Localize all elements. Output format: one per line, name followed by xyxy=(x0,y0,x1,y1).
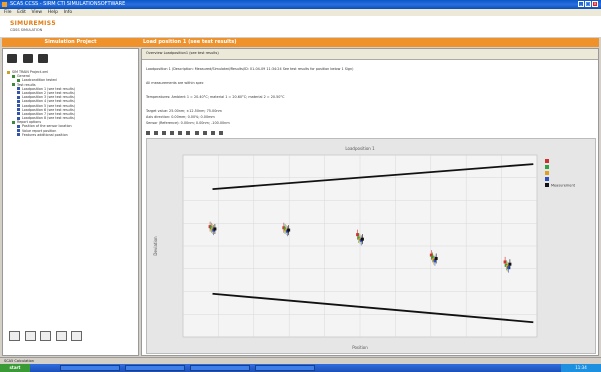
menu-file[interactable]: File xyxy=(4,9,12,16)
x-axis-label: Position xyxy=(352,345,368,350)
legend-swatch xyxy=(545,165,549,169)
start-button[interactable]: start xyxy=(0,364,30,372)
open-folder-icon[interactable] xyxy=(22,54,33,63)
data-point xyxy=(360,237,364,241)
tree-item[interactable]: Features additional position xyxy=(7,133,135,137)
logo: SIMUREMIS5 xyxy=(10,20,56,27)
results-panel: Overview Loadposition1 (see test results… xyxy=(141,48,599,356)
right-panel-header: Load position 1 (see test results) xyxy=(143,39,237,45)
zoom-in-icon[interactable] xyxy=(146,131,150,135)
legend-swatch xyxy=(545,171,549,175)
info-line: Temperatures: Ambient 1 = 20.40°C; mater… xyxy=(146,95,285,99)
logo-area: SIMUREMIS5 CDSS SIMULATION xyxy=(0,16,601,37)
close-button[interactable]: × xyxy=(592,1,598,7)
menu-bar: File Edit View Help Info xyxy=(0,9,601,16)
info-line: Axis direction: 0.00mm; 0.00%; 0.00mm xyxy=(146,115,215,119)
legend-swatch xyxy=(545,183,549,187)
taskbar-item[interactable] xyxy=(125,365,185,371)
grid-icon[interactable] xyxy=(186,131,191,135)
left-panel-header: Simulation Project xyxy=(44,39,97,45)
copy-icon[interactable] xyxy=(194,131,199,135)
menu-help[interactable]: Help xyxy=(48,9,58,16)
project-tree-panel: SIM TRAIN Project.xml General Loadcondit… xyxy=(2,48,139,356)
pan-icon[interactable] xyxy=(162,131,167,135)
minimize-button[interactable]: _ xyxy=(578,1,584,7)
zoom-out-icon[interactable] xyxy=(154,131,159,135)
fast-forward-button[interactable] xyxy=(40,331,52,341)
title-bar: SCA5 CCSS - SIRM CTI SIMULATIONSOFTWARE … xyxy=(0,0,601,9)
new-project-icon[interactable] xyxy=(7,54,17,63)
step-button[interactable] xyxy=(24,331,36,341)
legend-swatch xyxy=(545,159,549,163)
fit-icon[interactable] xyxy=(178,131,183,135)
save-icon[interactable] xyxy=(38,54,49,63)
tab-strip: Overview Loadposition1 (see test results… xyxy=(142,49,598,60)
data-point xyxy=(434,257,438,261)
taskbar-item[interactable] xyxy=(60,365,120,371)
clock: 11:34 xyxy=(561,364,601,372)
logo-subtitle: CDSS SIMULATION xyxy=(10,28,43,32)
info-line: Sensor (Reference): 0.00nm; 0.00nm; -100… xyxy=(146,121,230,125)
tab-overview[interactable]: Overview Loadposition1 (see test results… xyxy=(146,51,219,55)
y-axis-label: Deviation xyxy=(153,236,158,256)
header-bar: Simulation Project Load position 1 (see … xyxy=(2,38,599,47)
info-line: All measurements are within spec xyxy=(146,81,204,85)
select-icon[interactable] xyxy=(170,131,175,135)
project-tree: SIM TRAIN Project.xml General Loadcondit… xyxy=(7,70,135,137)
chart-frame: Loadposition 1 Position Deviation Measureme… xyxy=(146,138,596,354)
settings-icon[interactable] xyxy=(218,131,223,135)
stop-button[interactable] xyxy=(55,331,67,341)
info-line: Target value: 25.00nm; ±12.50nm; 75.00nm xyxy=(146,109,222,113)
chart-toolbar xyxy=(146,131,225,137)
export-icon[interactable] xyxy=(202,131,207,135)
menu-view[interactable]: View xyxy=(31,9,42,16)
window-title: SCA5 CCSS - SIRM CTI SIMULATIONSOFTWARE xyxy=(10,1,126,7)
legend-label: Measurement xyxy=(551,184,576,188)
chart-svg: Loadposition 1 Position Deviation Measureme… xyxy=(153,146,576,350)
info-line: Loadposition 1 (Description: Measured/Si… xyxy=(146,67,354,71)
add-button[interactable] xyxy=(71,331,83,341)
status-text: SCA5 Calculation xyxy=(4,359,34,363)
maximize-button[interactable]: □ xyxy=(585,1,591,7)
taskbar: start 11:34 xyxy=(0,364,601,372)
menu-info[interactable]: Info xyxy=(64,9,73,16)
taskbar-item[interactable] xyxy=(255,365,315,371)
chart-title: Loadposition 1 xyxy=(345,146,375,151)
menu-edit[interactable]: Edit xyxy=(17,9,26,16)
taskbar-item[interactable] xyxy=(190,365,250,371)
data-point xyxy=(508,262,512,266)
data-point xyxy=(213,227,217,231)
legend-swatch xyxy=(545,177,549,181)
print-icon[interactable] xyxy=(210,131,215,135)
app-icon xyxy=(2,2,7,7)
play-button[interactable] xyxy=(9,331,20,341)
data-point xyxy=(287,228,291,232)
